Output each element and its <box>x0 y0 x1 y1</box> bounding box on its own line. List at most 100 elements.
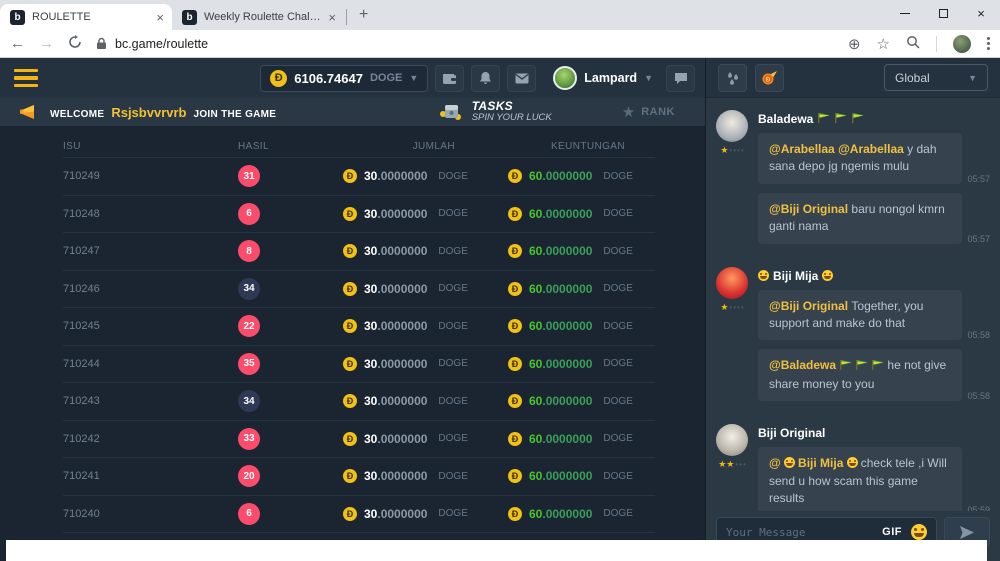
table-row[interactable]: 71024233Ð30.0000000DOGEÐ60.0000000DOGE <box>63 421 655 459</box>
chat-username[interactable]: Biji Mija <box>758 269 990 283</box>
user-mention[interactable]: @Arabellaa <box>838 142 907 156</box>
omnibox[interactable]: bc.game/roulette <box>96 37 834 51</box>
chat-toggle-button[interactable] <box>666 65 695 92</box>
reload-icon[interactable] <box>68 35 82 53</box>
menu-dots-icon[interactable] <box>987 37 990 50</box>
search-icon[interactable] <box>906 35 920 53</box>
tab-roulette[interactable]: b ROULETTE × <box>0 4 172 30</box>
issue-number: 710247 <box>63 245 238 257</box>
maximize-button[interactable] <box>924 0 962 26</box>
bet-amount: Ð30.0000000DOGE <box>343 169 508 183</box>
table-row[interactable]: 71024435Ð30.0000000DOGEÐ60.0000000DOGE <box>63 346 655 384</box>
doge-coin-icon: Ð <box>270 70 287 87</box>
balance-selector[interactable]: Ð 6106.74647 DOGE ▼ <box>260 65 428 92</box>
profile-avatar[interactable] <box>953 35 971 53</box>
doge-coin-icon: Ð <box>508 357 522 371</box>
message-timestamp: 05:57 <box>967 234 990 244</box>
avatar <box>553 66 577 90</box>
hamburger-menu-icon[interactable] <box>14 69 38 88</box>
tab-close-icon[interactable]: × <box>328 11 336 24</box>
chat-message-group: ★••••Biji Mija@Biji Original Together, y… <box>714 267 990 411</box>
flag-icon <box>839 358 852 375</box>
wallet-button[interactable] <box>435 65 464 92</box>
bookmark-star-icon[interactable]: ☆ <box>877 35 890 53</box>
table-row[interactable]: 71024931Ð30.0000000DOGEÐ60.0000000DOGE <box>63 158 655 196</box>
minimize-button[interactable] <box>886 0 924 26</box>
gif-button[interactable]: GIF <box>882 526 902 538</box>
column-header-keuntungan: KEUNTUNGAN <box>508 141 655 152</box>
result-badge: 8 <box>238 240 260 262</box>
message-input[interactable] <box>726 526 873 539</box>
join-label: JOIN THE GAME <box>193 109 276 120</box>
grin-emoji-icon <box>847 457 858 468</box>
tab-close-icon[interactable]: × <box>156 11 164 24</box>
table-row[interactable]: 7102478Ð30.0000000DOGEÐ60.0000000DOGE <box>63 233 655 271</box>
user-mention[interactable]: @ <box>769 456 784 470</box>
chevron-down-icon: ▼ <box>968 73 977 83</box>
avatar[interactable] <box>716 267 748 299</box>
table-row[interactable]: 71024334Ð30.0000000DOGEÐ60.0000000DOGE <box>63 383 655 421</box>
table-row[interactable]: 7102406Ð30.0000000DOGEÐ60.0000000DOGE <box>63 496 655 534</box>
coindrop-button[interactable]: Ð <box>755 64 784 92</box>
new-tab-button[interactable]: + <box>359 6 368 24</box>
rain-button[interactable] <box>718 64 747 92</box>
table-row[interactable]: 71024120Ð30.0000000DOGEÐ60.0000000DOGE <box>63 458 655 496</box>
profit-amount: Ð60.0000000DOGE <box>508 207 655 221</box>
coin-comet-icon: Ð <box>761 70 779 86</box>
avatar[interactable] <box>716 424 748 456</box>
username: Lampard <box>584 71 637 85</box>
close-button[interactable]: × <box>962 0 1000 26</box>
bet-amount: Ð30.0000000DOGE <box>343 357 508 371</box>
bottom-sheet <box>6 540 987 561</box>
doge-coin-icon: Ð <box>508 244 522 258</box>
divider <box>936 36 937 52</box>
chevron-down-icon: ▼ <box>644 73 653 83</box>
chat-channel-select[interactable]: Global ▼ <box>884 64 988 91</box>
user-mention[interactable]: @Baladewa <box>769 358 839 372</box>
result-badge: 20 <box>238 465 260 487</box>
tasks-button[interactable]: TASKS SPIN YOUR LUCK <box>439 100 552 124</box>
avatar[interactable] <box>716 110 748 142</box>
welcomed-player[interactable]: Rsjsbvvrvrb <box>111 105 186 120</box>
messages-button[interactable] <box>507 65 536 92</box>
tab-title: ROULETTE <box>32 11 149 23</box>
forward-icon[interactable]: → <box>39 35 54 52</box>
grin-emoji-icon <box>758 270 769 281</box>
user-mention[interactable]: Biji Mija <box>798 456 847 470</box>
tab-weekly-challenge[interactable]: b Weekly Roulette Challenge - Win × <box>172 4 344 30</box>
column-header-jumlah: JUMLAH <box>343 141 508 152</box>
window-controls: × <box>886 0 1000 26</box>
user-mention[interactable]: @Biji Original <box>769 202 851 216</box>
emoji-picker-icon[interactable] <box>911 524 927 540</box>
address-bar: ← → bc.game/roulette ⊕ ☆ <box>0 30 1000 58</box>
rank-label: RANK <box>641 106 675 118</box>
svg-text:Ð: Ð <box>765 77 770 83</box>
chat-username[interactable]: Baladewa <box>758 112 990 126</box>
column-header-isu: ISU <box>63 141 238 152</box>
chevron-down-icon: ▼ <box>409 73 418 83</box>
user-menu[interactable]: Lampard ▼ <box>553 66 653 90</box>
user-mention[interactable]: @Arabellaa <box>769 142 838 156</box>
flag-icon <box>851 112 864 126</box>
notifications-button[interactable] <box>471 65 500 92</box>
message-text: check tele ,i Will send u how scam this … <box>769 456 947 505</box>
doge-coin-icon: Ð <box>343 469 357 483</box>
message-timestamp: 05:58 <box>967 391 990 401</box>
welcome-label: WELCOME <box>50 109 104 120</box>
back-icon[interactable]: ← <box>10 35 25 52</box>
flag-icon <box>834 112 847 126</box>
table-row[interactable]: 71024634Ð30.0000000DOGEÐ60.0000000DOGE <box>63 271 655 309</box>
user-mention[interactable]: @Biji Original <box>769 299 851 313</box>
table-row[interactable]: 71024522Ð30.0000000DOGEÐ60.0000000DOGE <box>63 308 655 346</box>
flag-icon <box>817 112 830 126</box>
table-row[interactable]: 7102486Ð30.0000000DOGEÐ60.0000000DOGE <box>63 196 655 234</box>
doge-coin-icon: Ð <box>343 207 357 221</box>
result-badge: 6 <box>238 203 260 225</box>
site-header: Ð 6106.74647 DOGE ▼ <box>0 58 705 98</box>
chat-username[interactable]: Biji Original <box>758 426 990 440</box>
issue-number: 710245 <box>63 320 238 332</box>
plus-circle-icon[interactable]: ⊕ <box>848 35 861 53</box>
doge-coin-icon: Ð <box>508 507 522 521</box>
padlock-icon <box>96 37 107 50</box>
rank-button[interactable]: ★ RANK <box>622 103 675 121</box>
